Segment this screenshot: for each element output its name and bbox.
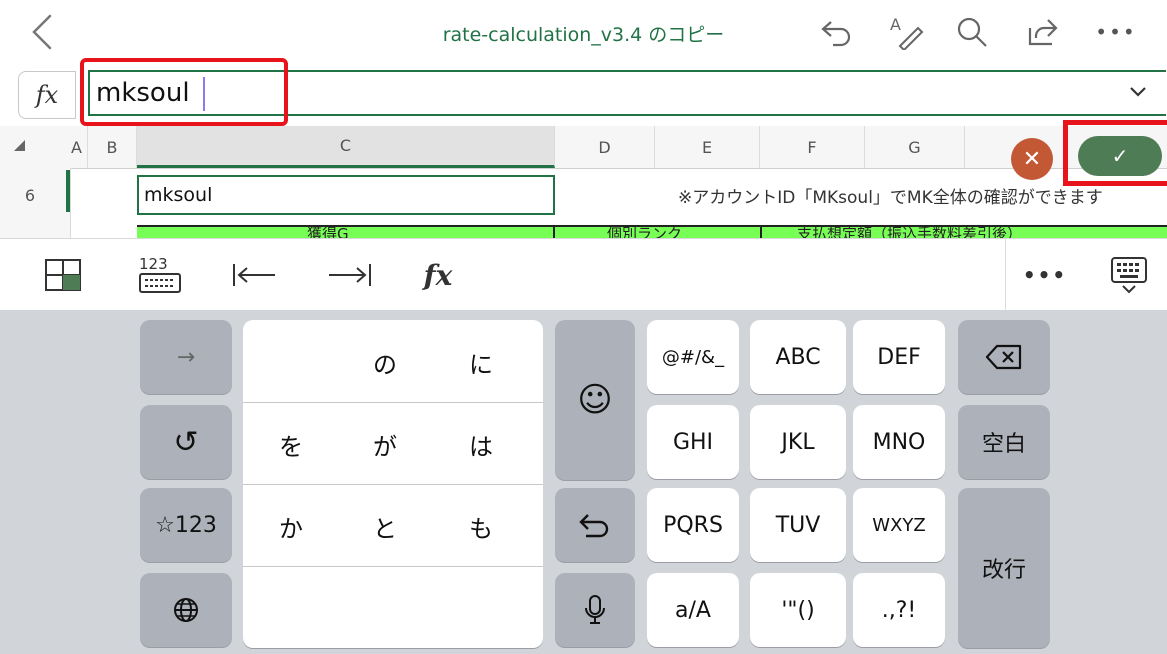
space-key[interactable]: 空白 bbox=[958, 405, 1050, 479]
symbols-key[interactable]: @#/&_ bbox=[647, 320, 739, 394]
search-icon[interactable] bbox=[950, 12, 994, 52]
col-header-b[interactable]: B bbox=[88, 126, 137, 168]
software-keyboard: → ↺ ☆123 の に を が は か と も ☺ @#/&_ ABC DEF… bbox=[0, 310, 1167, 654]
chevron-down-icon[interactable] bbox=[1128, 84, 1148, 103]
svg-text:A: A bbox=[890, 15, 901, 34]
case-toggle-key[interactable]: a/A bbox=[647, 573, 739, 647]
select-all-corner-icon[interactable] bbox=[14, 140, 25, 151]
jkl-key[interactable]: JKL bbox=[750, 405, 846, 479]
highlight-box-confirm bbox=[1063, 120, 1167, 186]
globe-icon bbox=[174, 598, 198, 622]
undo-key[interactable] bbox=[555, 488, 635, 562]
tuv-key[interactable]: TUV bbox=[750, 488, 846, 562]
col-header-a[interactable]: A bbox=[66, 126, 88, 168]
cell-note-text: ※アカウントID「MKsoul」でMK全体の確認ができます bbox=[678, 188, 1103, 208]
row-header: 6 bbox=[0, 168, 71, 238]
row-number[interactable]: 6 bbox=[0, 186, 60, 205]
pqrs-key[interactable]: PQRS bbox=[647, 488, 739, 562]
kana-key-to[interactable]: と bbox=[355, 496, 415, 556]
def-key[interactable]: DEF bbox=[853, 320, 945, 394]
arrow-right-key[interactable]: → bbox=[140, 320, 232, 394]
number-keypad-icon[interactable]: 123 bbox=[130, 253, 190, 297]
kana-key-mo[interactable]: も bbox=[451, 496, 511, 556]
keyboard-dismiss-icon[interactable] bbox=[1104, 253, 1154, 297]
kana-key-ni[interactable]: に bbox=[451, 332, 511, 392]
microphone-icon bbox=[585, 595, 605, 624]
cancel-edit-button[interactable]: ✕ bbox=[1011, 138, 1053, 180]
cell-c6-value: mksoul bbox=[144, 184, 213, 206]
undo-icon bbox=[579, 514, 609, 538]
kana-key-wo[interactable]: を bbox=[261, 414, 321, 474]
mno-key[interactable]: MNO bbox=[853, 405, 945, 479]
backspace-icon bbox=[985, 344, 1022, 370]
function-button[interactable]: fx bbox=[410, 253, 466, 297]
quotes-key[interactable]: '"() bbox=[750, 573, 846, 647]
tab-back-icon[interactable] bbox=[226, 253, 282, 297]
tab-forward-icon[interactable] bbox=[322, 253, 378, 297]
fx-button[interactable]: fx bbox=[18, 71, 76, 119]
table-icon[interactable] bbox=[38, 253, 88, 297]
keyboard-shortcut-bar: 123 fx ••• bbox=[0, 238, 1167, 312]
undo-icon[interactable] bbox=[814, 12, 858, 52]
kana-panel: の に を が は か と も bbox=[243, 320, 543, 648]
draw-icon[interactable]: A bbox=[884, 12, 928, 52]
col-header-g[interactable]: G bbox=[865, 126, 965, 168]
col-header-c[interactable]: C bbox=[137, 126, 555, 168]
punctuation-key[interactable]: .,?! bbox=[853, 573, 945, 647]
column-header-row: A B C D E F G bbox=[0, 126, 1167, 169]
enter-key[interactable]: 改行 bbox=[958, 488, 1050, 648]
back-chevron-icon[interactable] bbox=[28, 12, 56, 52]
share-icon[interactable] bbox=[1020, 12, 1064, 52]
globe-key[interactable] bbox=[140, 573, 232, 647]
col-header-f[interactable]: F bbox=[760, 126, 865, 168]
more-icon[interactable]: ••• bbox=[1020, 253, 1070, 297]
abc-key[interactable]: ABC bbox=[750, 320, 846, 394]
more-icon[interactable]: ••• bbox=[1094, 12, 1138, 52]
number-label: 123 bbox=[139, 255, 168, 273]
emoji-key[interactable]: ☺ bbox=[555, 320, 635, 480]
col-header-e[interactable]: E bbox=[655, 126, 760, 168]
highlight-box-formula bbox=[80, 58, 288, 126]
reverse-key[interactable]: ↺ bbox=[140, 405, 232, 479]
symbol-number-key[interactable]: ☆123 bbox=[140, 488, 232, 562]
row-selected-indicator bbox=[66, 170, 70, 212]
ghi-key[interactable]: GHI bbox=[647, 405, 739, 479]
kana-key-ga[interactable]: が bbox=[355, 414, 415, 474]
document-title: rate-calculation_v3.4 のコピー bbox=[442, 24, 725, 46]
top-toolbar: rate-calculation_v3.4 のコピー A ••• bbox=[0, 0, 1167, 63]
kana-key-ka[interactable]: か bbox=[261, 496, 321, 556]
col-header-d[interactable]: D bbox=[555, 126, 655, 168]
kana-key-no[interactable]: の bbox=[355, 332, 415, 392]
backspace-key[interactable] bbox=[958, 320, 1050, 394]
kana-key-ha[interactable]: は bbox=[451, 414, 511, 474]
microphone-key[interactable] bbox=[555, 573, 635, 647]
wxyz-key[interactable]: WXYZ bbox=[853, 488, 945, 562]
